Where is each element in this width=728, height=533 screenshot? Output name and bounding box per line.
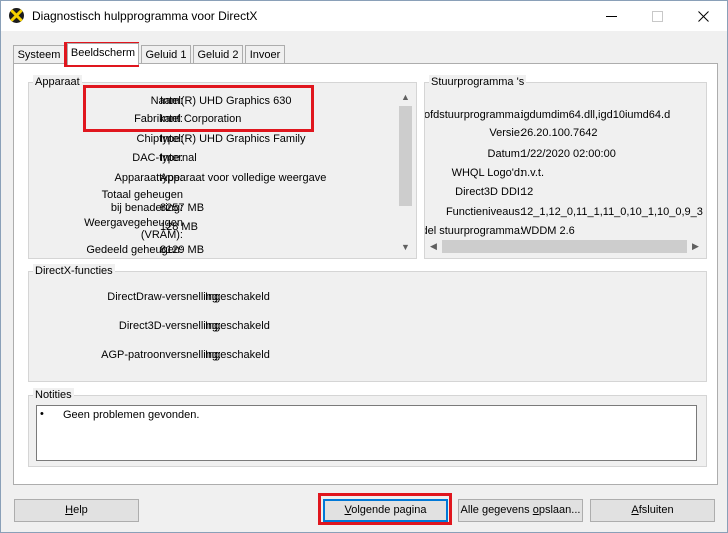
scroll-thumb[interactable] bbox=[399, 106, 412, 206]
device-label-totaal-geheugen-1: Totaal geheugen bbox=[101, 189, 183, 201]
driver-label-datum: Datum: bbox=[487, 148, 523, 160]
tab-beeldscherm[interactable]: Beeldscherm bbox=[67, 43, 139, 65]
maximize-button bbox=[635, 1, 681, 31]
drivers-group-title: Stuurprogramma 's bbox=[429, 75, 527, 89]
drivers-horizontal-scrollbar[interactable]: ◀ ▶ bbox=[425, 238, 704, 255]
save-all-button[interactable]: Alle gegevens opslaan... bbox=[458, 499, 583, 522]
directdraw-value: Ingeschakeld bbox=[205, 291, 270, 303]
close-button[interactable] bbox=[681, 1, 727, 31]
driver-label-model: Model stuurprogramma: bbox=[425, 225, 523, 237]
driver-label-whql: WHQL Logo'd: bbox=[451, 167, 523, 179]
driver-label-hoofd: Hoofdstuurprogramma: bbox=[425, 109, 523, 121]
drivers-scroll-area: Hoofdstuurprogramma: igdumdim64.dll,igd1… bbox=[425, 101, 704, 238]
scroll-down-arrow-icon[interactable]: ▼ bbox=[397, 239, 414, 256]
notes-group: Notities • Geen problemen gevonden. bbox=[28, 388, 707, 467]
device-value-totaal-geheugen: 8257 MB bbox=[160, 202, 205, 214]
driver-value-functieniveaus: 12_1,12_0,11_1,11_0,10_1,10_0,9_3 bbox=[521, 206, 703, 218]
close-icon bbox=[698, 11, 709, 22]
scroll-left-arrow-icon[interactable]: ◀ bbox=[425, 238, 442, 255]
help-button[interactable]: Help bbox=[14, 499, 139, 522]
notes-title: Notities bbox=[33, 388, 74, 402]
scroll-up-arrow-icon[interactable]: ▲ bbox=[397, 89, 414, 106]
driver-label-functieniveaus: Functieniveaus: bbox=[445, 206, 523, 218]
direct3d-value: Ingeschakeld bbox=[205, 320, 270, 332]
window-title: Diagnostisch hulpprogramma voor DirectX bbox=[32, 9, 258, 23]
driver-value-versie: 26.20.100.7642 bbox=[521, 127, 598, 139]
directx-features-title: DirectX-functies bbox=[33, 264, 115, 278]
device-value-apparaattype: Apparaat voor volledige weergave bbox=[160, 172, 327, 184]
notes-item: Geen problemen gevonden. bbox=[63, 409, 200, 421]
driver-value-datum: 1/22/2020 02:00:00 bbox=[521, 148, 616, 160]
device-scroll-area: Naam: Intel(R) UHD Graphics 630 Fabrikan… bbox=[29, 89, 398, 256]
driver-value-model: WDDM 2.6 bbox=[521, 225, 575, 237]
driver-label-d3d-ddi: Direct3D DDI: bbox=[455, 186, 523, 198]
device-value-gedeeld: 8129 MB bbox=[160, 244, 205, 256]
next-page-button[interactable]: Volgende pagina bbox=[323, 499, 448, 522]
exit-button[interactable]: Afsluiten bbox=[590, 499, 715, 522]
driver-value-whql: n.v.t. bbox=[521, 167, 545, 179]
dxdiag-window: Diagnostisch hulpprogramma voor DirectX … bbox=[0, 0, 728, 533]
notes-bullet: • bbox=[40, 408, 44, 420]
device-value-naam: Intel(R) UHD Graphics 630 bbox=[160, 95, 292, 107]
tab-geluid-2[interactable]: Geluid 2 bbox=[193, 45, 243, 64]
directdraw-label: DirectDraw-versnelling: bbox=[107, 291, 221, 303]
driver-label-versie: Versie: bbox=[489, 127, 523, 139]
agp-label: AGP-patroonversnelling: bbox=[101, 349, 221, 361]
tab-geluid-1[interactable]: Geluid 1 bbox=[141, 45, 191, 64]
tab-invoer[interactable]: Invoer bbox=[245, 45, 285, 64]
minimize-button[interactable] bbox=[589, 1, 635, 31]
driver-value-d3d-ddi: 12 bbox=[521, 186, 534, 198]
tab-systeem[interactable]: Systeem bbox=[13, 45, 65, 64]
agp-value: Ingeschakeld bbox=[205, 349, 270, 361]
device-vertical-scrollbar[interactable]: ▲ ▼ bbox=[397, 89, 414, 256]
minimize-icon bbox=[606, 16, 617, 17]
device-value-chiptype: Intel(R) UHD Graphics Family bbox=[160, 133, 306, 145]
maximize-icon bbox=[652, 11, 663, 22]
device-group-title: Apparaat bbox=[33, 75, 82, 89]
device-value-vram: 128 MB bbox=[160, 221, 198, 233]
directx-x-icon bbox=[9, 8, 24, 23]
title-bar[interactable]: Diagnostisch hulpprogramma voor DirectX bbox=[1, 1, 727, 31]
scroll-thumb-horizontal[interactable] bbox=[442, 240, 687, 253]
directx-features-group: DirectX-functies DirectDraw-versnelling:… bbox=[28, 264, 707, 382]
device-value-fabrikant: Intel Corporation bbox=[160, 113, 242, 125]
driver-value-hoofd: igdumdim64.dll,igd10iumd64.d bbox=[521, 109, 671, 121]
notes-textbox[interactable]: • Geen problemen gevonden. bbox=[36, 405, 697, 461]
device-value-dac-type: Internal bbox=[160, 152, 197, 164]
scroll-right-arrow-icon[interactable]: ▶ bbox=[687, 238, 704, 255]
